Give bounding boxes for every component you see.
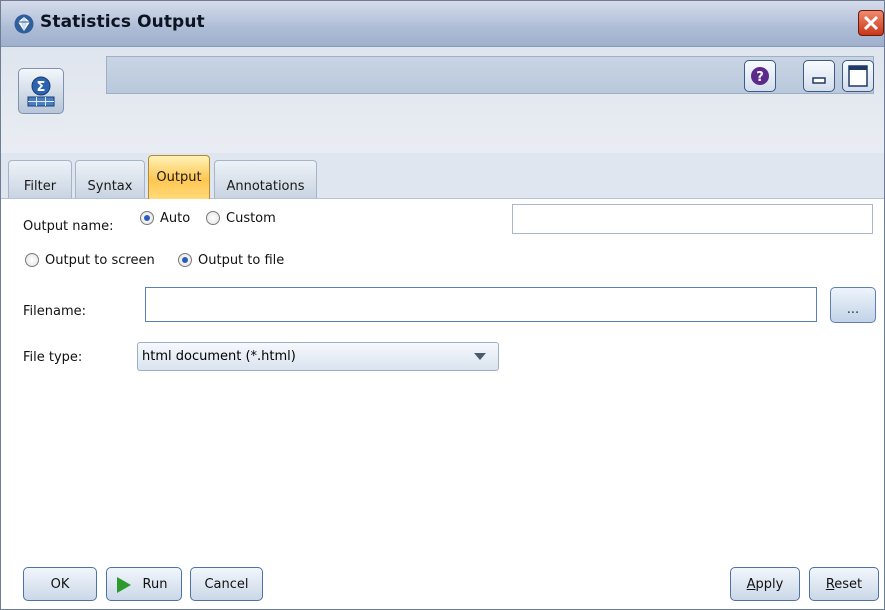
output-to-screen-label: Output to screen [45, 253, 155, 268]
output-to-file-radio[interactable] [178, 253, 192, 267]
svg-text:?: ? [756, 70, 764, 85]
output-name-custom-label: Custom [226, 211, 276, 226]
output-to-file-label: Output to file [198, 253, 285, 268]
cancel-button[interactable]: Cancel [190, 567, 263, 601]
output-to-screen-radio[interactable] [25, 253, 39, 267]
gem-icon [14, 14, 34, 34]
tab-syntax[interactable]: Syntax [75, 160, 145, 198]
play-icon [117, 577, 131, 593]
reset-mnemonic: R [825, 577, 835, 592]
output-name-label: Output name: [23, 219, 114, 234]
close-icon [863, 15, 879, 31]
chevron-down-icon [474, 353, 486, 360]
file-type-select[interactable]: html document (*.html) [137, 342, 499, 371]
tab-output[interactable]: Output [148, 155, 210, 199]
file-type-selected-value: html document (*.html) [142, 349, 296, 364]
window-title: Statistics Output [40, 12, 205, 32]
tab-annotations[interactable]: Annotations [214, 160, 317, 198]
title-bar[interactable]: Statistics Output [1, 1, 884, 47]
tab-bar: Filter Syntax Output Annotations [1, 153, 884, 199]
ok-button[interactable]: OK [23, 567, 97, 601]
tab-filter[interactable]: Filter [8, 160, 72, 198]
statistics-node-icon: Σ [18, 68, 64, 114]
output-name-auto-radio[interactable] [140, 211, 154, 225]
filename-input[interactable] [145, 287, 817, 322]
minimize-icon [812, 77, 826, 84]
run-button-label: Run [142, 577, 168, 592]
apply-button[interactable]: Apply [730, 567, 800, 601]
help-button[interactable]: ? [744, 60, 776, 92]
custom-output-name-input[interactable] [512, 204, 873, 234]
maximize-button[interactable] [842, 60, 874, 92]
reset-button-label: eset [834, 577, 863, 592]
node-header: Σ ? [1, 47, 884, 153]
browse-button[interactable]: ... [830, 287, 876, 323]
apply-button-label: pply [755, 577, 784, 592]
maximize-icon [848, 65, 868, 87]
minimize-button[interactable] [803, 60, 835, 92]
svg-text:Σ: Σ [37, 80, 46, 95]
node-icon-reflection [18, 118, 64, 132]
apply-mnemonic: A [746, 577, 756, 592]
run-button[interactable]: Run [106, 567, 182, 601]
dialog-window: Statistics Output Σ ? Filter Syntax Outp… [0, 0, 885, 610]
dialog-footer: OK Run Cancel Apply Reset [1, 561, 884, 609]
close-button[interactable] [858, 10, 884, 36]
output-name-auto-label: Auto [160, 211, 191, 226]
file-type-label: File type: [23, 350, 83, 365]
reset-button[interactable]: Reset [809, 567, 879, 601]
output-name-custom-radio[interactable] [206, 211, 220, 225]
filename-label: Filename: [23, 304, 87, 319]
help-icon: ? [751, 67, 769, 85]
